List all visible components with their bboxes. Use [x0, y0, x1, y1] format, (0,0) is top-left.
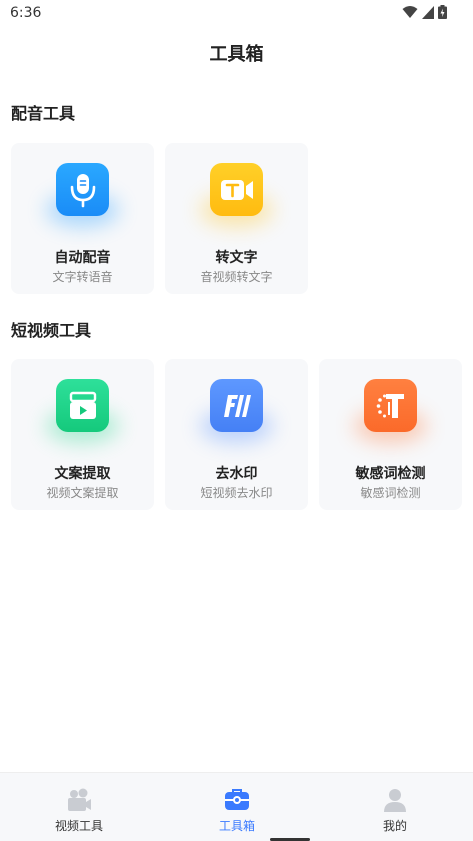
- tool-subtitle: 视频文案提取: [46, 486, 119, 500]
- tab-label: 工具箱: [218, 819, 255, 833]
- tab-video-tools[interactable]: 视频工具: [0, 773, 158, 841]
- section-title-dubbing: 配音工具: [11, 104, 76, 123]
- bottom-tab-bar: 视频工具 工具箱 我的: [0, 772, 473, 841]
- tool-card-auto-dubbing[interactable]: 自动配音 文字转语音: [11, 143, 154, 294]
- section-title-short-video: 短视频工具: [11, 321, 92, 340]
- tool-card-watermark-remove[interactable]: 去水印 短视频去水印: [165, 359, 308, 510]
- microphone-icon: [56, 163, 109, 216]
- tab-label: 我的: [382, 819, 407, 833]
- status-time: 6:36: [10, 5, 42, 21]
- tool-subtitle: 短视频去水印: [200, 486, 273, 500]
- tool-card-sensitive-words[interactable]: 敏感词检测 敏感词检测: [319, 359, 462, 510]
- profile-icon: [384, 789, 406, 812]
- tool-card-to-text[interactable]: 转文字 音视频转文字: [165, 143, 308, 294]
- toolbox-icon: [225, 789, 249, 810]
- tool-title: 敏感词检测: [355, 466, 426, 482]
- tool-title: 转文字: [215, 250, 258, 266]
- tab-label: 视频工具: [54, 819, 103, 833]
- video-camera-icon: [68, 788, 91, 811]
- signal-icon: [422, 5, 434, 19]
- tool-subtitle: 敏感词检测: [360, 486, 421, 500]
- text-video-icon: [210, 163, 263, 216]
- tool-title: 自动配音: [54, 250, 111, 266]
- battery-icon: [438, 5, 447, 19]
- page-title: 工具箱: [209, 44, 264, 65]
- tab-toolbox[interactable]: 工具箱: [158, 773, 316, 841]
- tool-subtitle: 音视频转文字: [200, 270, 273, 284]
- status-bar: 6:36: [0, 0, 473, 26]
- watermark-remove-icon: [210, 379, 263, 432]
- wifi-icon: [402, 6, 418, 18]
- tool-title: 文案提取: [54, 466, 111, 482]
- sensitive-word-icon: [364, 379, 417, 432]
- tool-subtitle: 文字转语音: [52, 270, 113, 284]
- tool-title: 去水印: [215, 466, 258, 482]
- video-extract-icon: [56, 379, 109, 432]
- status-icons: [402, 5, 447, 19]
- tab-profile[interactable]: 我的: [316, 773, 473, 841]
- tool-card-copy-extract[interactable]: 文案提取 视频文案提取: [11, 359, 154, 510]
